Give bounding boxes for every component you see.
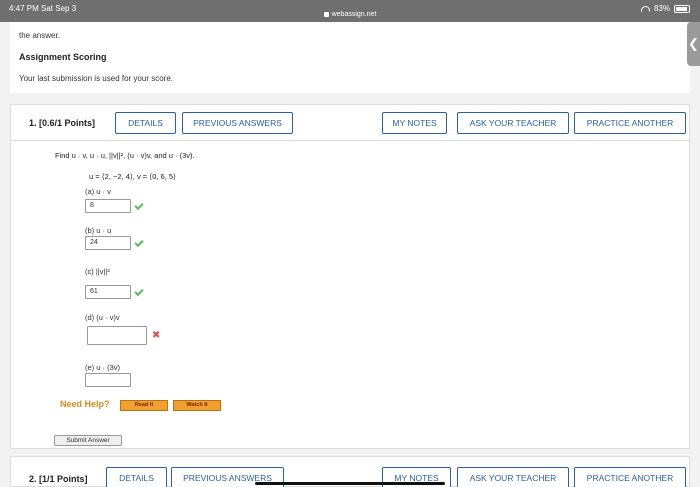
details-button[interactable]: DETAILS xyxy=(115,112,176,134)
read-it-button[interactable]: Read It xyxy=(120,400,168,411)
correct-check-icon xyxy=(134,286,144,297)
part-e-label: (e) u · (3v) xyxy=(85,363,121,372)
battery-percent: 83% xyxy=(653,4,670,13)
ask-your-teacher-button[interactable]: ASK YOUR TEACHER xyxy=(457,467,569,487)
intro-text: the answer. xyxy=(19,31,60,40)
details-button[interactable]: DETAILS xyxy=(106,467,167,487)
question-1-header: 1. [0.6/1 Points] DETAILS PREVIOUS ANSWE… xyxy=(11,105,691,141)
lock-icon xyxy=(323,11,329,17)
part-a-label: (a) u · v xyxy=(85,187,111,196)
incorrect-x-icon: ✖ xyxy=(152,330,161,341)
practice-another-button[interactable]: PRACTICE ANOTHER xyxy=(574,112,686,134)
vector-definitions: u = ⟨2, −2, 4⟩, v = ⟨0, 6, 5⟩ xyxy=(89,172,176,181)
wifi-icon xyxy=(640,5,650,12)
submit-answer-button[interactable]: Submit Answer xyxy=(54,435,122,446)
correct-check-icon xyxy=(134,200,144,211)
part-d-answer-input[interactable] xyxy=(87,326,147,345)
status-indicators: 83% xyxy=(640,4,690,13)
my-notes-button[interactable]: MY NOTES xyxy=(382,112,447,134)
question-1-number: 1. [0.6/1 Points] xyxy=(29,118,96,128)
side-panel-toggle[interactable]: ❮ xyxy=(687,22,700,66)
correct-check-icon xyxy=(134,237,144,248)
part-e-answer-input[interactable] xyxy=(85,373,131,387)
scoring-note: Your last submission is used for your sc… xyxy=(19,74,173,83)
practice-another-button[interactable]: PRACTICE ANOTHER xyxy=(574,467,686,487)
question-1-card: 1. [0.6/1 Points] DETAILS PREVIOUS ANSWE… xyxy=(10,104,691,449)
question-2-number: 2. [1/1 Points] xyxy=(29,474,88,484)
address-bar[interactable]: webassign.net xyxy=(0,11,700,18)
part-b-label: (b) u · u xyxy=(85,226,112,235)
part-c-label: (c) ||v||² xyxy=(85,267,110,276)
need-help-label: Need Help? xyxy=(60,399,110,409)
battery-icon xyxy=(674,4,690,13)
previous-answers-button[interactable]: PREVIOUS ANSWERS xyxy=(182,112,293,134)
part-c-answer-input[interactable]: 61 xyxy=(85,285,131,299)
assignment-info-card: the answer. Assignment Scoring Your last… xyxy=(10,22,690,93)
part-d-label: (d) (u · v)v xyxy=(85,313,120,322)
assignment-scoring-heading: Assignment Scoring xyxy=(19,52,107,62)
question-prompt: Find u · v, u · u, ||v||², (u · v)v, and… xyxy=(55,151,195,160)
ask-your-teacher-button[interactable]: ASK YOUR TEACHER xyxy=(457,112,569,134)
url-text: webassign.net xyxy=(331,11,377,18)
status-bar: 4:47 PM Sat Sep 3 webassign.net 83% xyxy=(0,0,700,22)
scroll-indicator[interactable] xyxy=(255,482,445,485)
part-b-answer-input[interactable]: 24 xyxy=(85,236,131,250)
part-a-answer-input[interactable]: 8 xyxy=(85,199,131,213)
watch-it-button[interactable]: Watch It xyxy=(173,400,221,411)
chevron-left-icon: ❮ xyxy=(688,36,699,51)
